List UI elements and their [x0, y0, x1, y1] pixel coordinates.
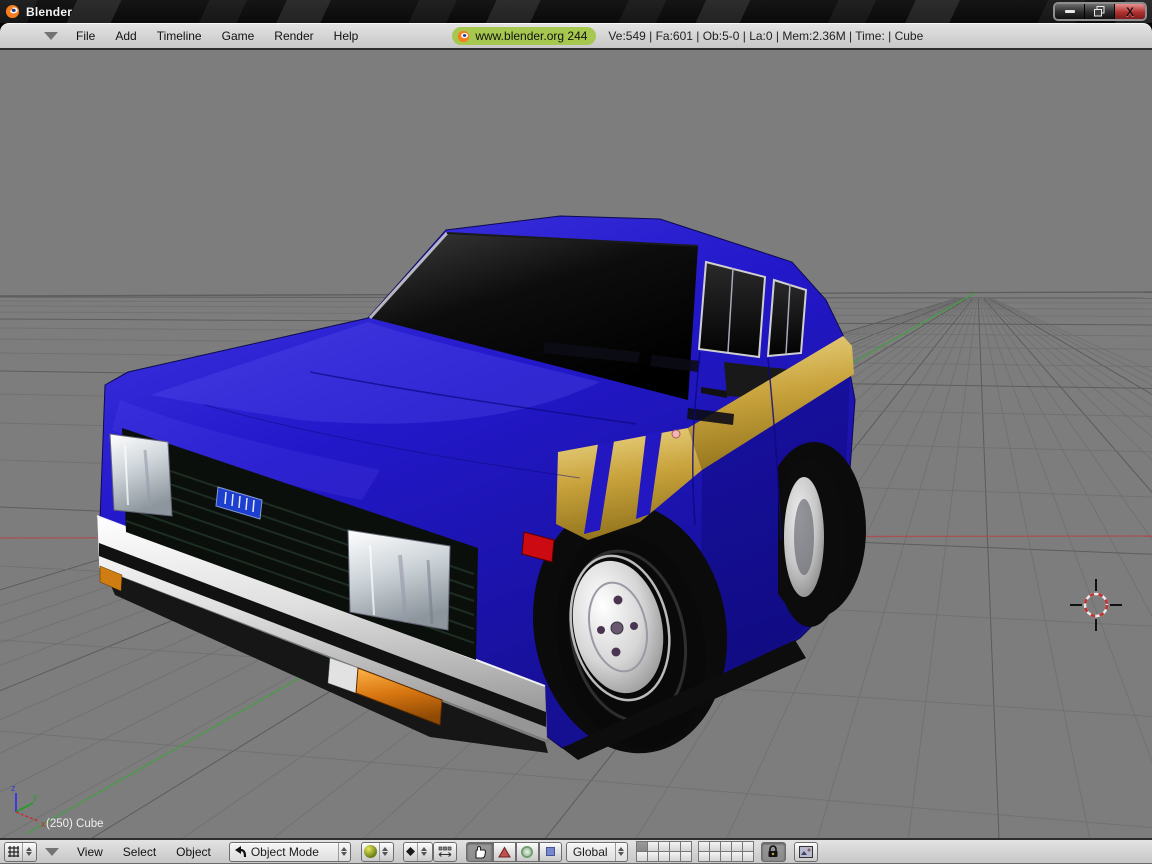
orientation-stepper[interactable] — [614, 842, 627, 861]
minimize-icon — [1064, 10, 1075, 13]
orientation-label: Global — [572, 844, 608, 859]
padlock-icon — [768, 845, 778, 857]
menu-object[interactable]: Object — [166, 845, 221, 859]
scale-manipulator-button[interactable] — [538, 841, 562, 862]
editor-type-button[interactable] — [4, 841, 37, 862]
badge-text: www.blender.org 244 — [475, 29, 588, 43]
editor-type-stepper[interactable] — [22, 842, 34, 861]
viewport-menubar: View Select Object — [67, 845, 221, 859]
cursor-3d[interactable] — [1070, 579, 1122, 631]
menu-select[interactable]: Select — [113, 845, 166, 859]
car-model[interactable] — [96, 215, 866, 769]
mode-dropdown[interactable]: Object Mode — [228, 841, 351, 862]
scene-stats: Ve:549 | Fa:601 | Ob:5-0 | La:0 | Mem:2.… — [608, 29, 924, 43]
viewport-3d[interactable]: z y x (250) Cube — [0, 50, 1152, 864]
mode-label: Object Mode — [250, 844, 319, 859]
image-icon — [798, 845, 813, 858]
top-header: File Add Timeline Game Render Help www.blende… — [0, 23, 1152, 50]
menu-add[interactable]: Add — [105, 29, 146, 43]
blender-window: Blender X File Add Timeline Game Render Help … — [0, 0, 1152, 864]
frame-object-label: (250) Cube — [46, 818, 104, 830]
minimize-button[interactable] — [1055, 4, 1085, 19]
menu-timeline[interactable]: Timeline — [147, 29, 212, 43]
layer-10[interactable] — [680, 851, 693, 862]
object-mode-icon — [234, 846, 246, 858]
titlebar: Blender X — [0, 0, 1152, 23]
axis-gizmo: z y x — [11, 783, 46, 829]
width-arrows-icon — [438, 846, 452, 857]
orientation-dropdown[interactable]: Global — [565, 841, 628, 862]
hand-icon — [475, 845, 486, 859]
main-menubar: File Add Timeline Game Render Help — [66, 29, 368, 43]
render-preview-button[interactable] — [793, 841, 818, 862]
draw-type-stepper[interactable] — [378, 842, 391, 861]
axis-z-label: z — [11, 783, 16, 793]
badge-logo-icon — [458, 30, 470, 42]
menu-game[interactable]: Game — [212, 29, 265, 43]
viewport-canvas: z y x (250) Cube — [0, 215, 1152, 864]
manipulator-size-button[interactable] — [432, 841, 457, 862]
manipulator-toggle-button[interactable] — [465, 841, 493, 862]
pivot-stepper[interactable] — [417, 842, 429, 861]
lamp-dot — [671, 429, 681, 439]
layer-buttons — [636, 841, 755, 862]
rotate-manipulator-button[interactable] — [515, 841, 539, 862]
pivot-dropdown[interactable] — [402, 841, 433, 862]
solid-shading-icon — [363, 845, 377, 858]
menu-file[interactable]: File — [66, 29, 105, 43]
window-title: Blender — [26, 4, 73, 19]
menu-render[interactable]: Render — [264, 29, 323, 43]
scale-square-icon — [545, 847, 555, 856]
translate-cone-icon — [497, 846, 511, 857]
grid-editor-icon — [8, 846, 19, 857]
close-button[interactable]: X — [1115, 4, 1145, 19]
axis-y-label: y — [33, 792, 38, 802]
window-controls: X — [1053, 2, 1147, 21]
blender-org-badge[interactable]: www.blender.org 244 — [452, 27, 597, 45]
layer-20[interactable] — [742, 851, 755, 862]
header-collapse-icon[interactable] — [45, 847, 59, 856]
viewport-header: View Select Object Object Mode Global — [0, 838, 1152, 864]
blender-logo-icon — [5, 4, 20, 19]
close-icon: X — [1125, 4, 1134, 19]
translate-manipulator-button[interactable] — [492, 841, 516, 862]
menu-view[interactable]: View — [67, 845, 113, 859]
lock-layers-button[interactable] — [760, 841, 786, 862]
draw-type-dropdown[interactable] — [360, 841, 394, 862]
mode-stepper[interactable] — [337, 842, 350, 861]
menu-help[interactable]: Help — [324, 29, 369, 43]
restore-button[interactable] — [1085, 4, 1115, 19]
pivot-point-icon — [406, 847, 416, 856]
header-collapse-icon[interactable] — [44, 32, 58, 40]
rotate-ring-icon — [521, 845, 534, 858]
restore-icon — [1094, 6, 1105, 17]
